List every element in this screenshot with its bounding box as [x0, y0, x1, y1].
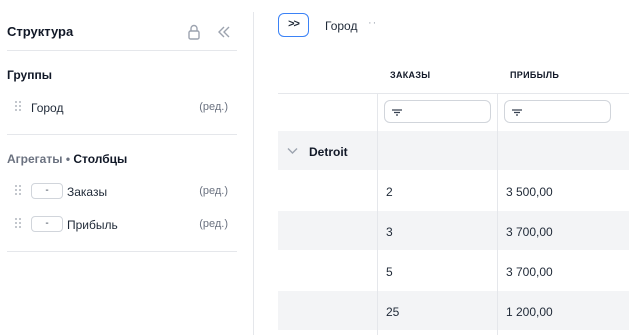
table-row-band: [278, 211, 629, 250]
aggregate-function-select[interactable]: -: [31, 183, 63, 199]
profit-filter-input[interactable]: [504, 100, 611, 123]
divider: [7, 251, 237, 252]
aggregates-section-title: Агрегаты • Столбцы: [7, 152, 127, 166]
aggregates-separator: •: [65, 152, 71, 166]
table-cell-profit: 3 500,00: [506, 185, 553, 199]
expand-panel-label: >>: [288, 18, 300, 30]
groups-section-title: Группы: [7, 68, 52, 82]
table-cell-orders: 25: [386, 305, 400, 319]
table-row-band: [278, 291, 629, 330]
aggregate-item-profit[interactable]: - Прибыль (ред.): [7, 214, 232, 236]
drag-handle-icon[interactable]: [15, 101, 22, 113]
aggregate-item-edit-link[interactable]: (ред.): [199, 218, 228, 230]
chevron-down-icon[interactable]: [287, 147, 298, 155]
header-divider: [278, 93, 629, 94]
panel-title: Структура: [7, 24, 74, 39]
aggregate-function-select[interactable]: -: [31, 216, 63, 232]
table-cell-orders: 5: [386, 265, 393, 279]
table-cell-orders: 2: [386, 185, 393, 199]
column-header-profit[interactable]: ПРИБЫЛЬ: [510, 70, 559, 80]
column-divider: [377, 93, 378, 335]
panel-divider: [253, 12, 254, 335]
structure-panel: Структура Группы Город (ред.) Агрегаты •…: [0, 0, 245, 335]
aggregates-title: Агрегаты: [7, 152, 63, 166]
aggregate-item-label: Прибыль: [67, 218, 118, 232]
aggregate-item-edit-link[interactable]: (ред.): [199, 185, 228, 197]
aggregate-item-orders[interactable]: - Заказы (ред.): [7, 181, 232, 203]
filter-icon: [392, 109, 402, 116]
group-label: Detroit: [309, 145, 348, 159]
group-item-edit-link[interactable]: (ред.): [199, 101, 228, 113]
group-item-city[interactable]: Город (ред.): [7, 97, 232, 119]
lock-icon[interactable]: [187, 24, 201, 40]
breadcrumb-group[interactable]: Город: [325, 19, 357, 33]
table-cell-profit: 3 700,00: [506, 265, 553, 279]
expand-panel-button[interactable]: >>: [278, 13, 309, 37]
table-cell-profit: 1 200,00: [506, 305, 553, 319]
column-divider: [497, 93, 498, 335]
table-cell-profit: 3 700,00: [506, 225, 553, 239]
more-options-icon[interactable]: ··: [368, 17, 377, 29]
columns-title: Столбцы: [73, 152, 128, 166]
drag-handle-icon[interactable]: [15, 185, 22, 197]
collapse-panel-icon[interactable]: [217, 26, 231, 38]
aggregate-item-label: Заказы: [67, 185, 108, 199]
divider: [7, 134, 237, 135]
divider: [7, 50, 237, 51]
orders-filter-input[interactable]: [384, 100, 491, 123]
filter-icon: [512, 109, 522, 116]
table-cell-orders: 3: [386, 225, 393, 239]
drag-handle-icon[interactable]: [15, 218, 22, 230]
column-header-orders[interactable]: ЗАКАЗЫ: [390, 70, 430, 80]
group-item-label: Город: [31, 101, 64, 115]
